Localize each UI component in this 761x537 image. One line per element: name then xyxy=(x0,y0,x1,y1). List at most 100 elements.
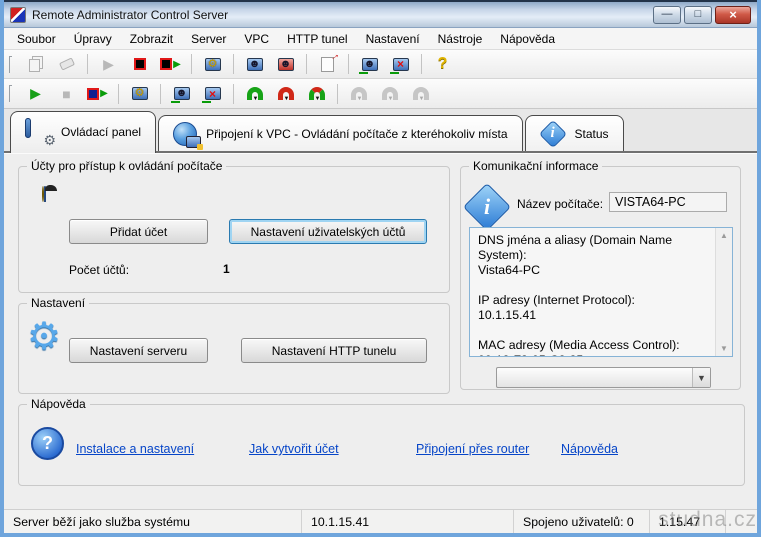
minimize-button[interactable]: — xyxy=(653,5,681,24)
group-title: Nastavení xyxy=(27,296,90,310)
group-title: Nápověda xyxy=(27,397,90,411)
network-adapter-dropdown[interactable]: ▼ xyxy=(496,367,711,388)
tab-vpc-connection[interactable]: Připojení k VPC - Ovládání počítače z kt… xyxy=(158,115,523,151)
control-panel-page: Účty pro přístup k ovládání počítače Při… xyxy=(4,153,757,509)
menu-vpc[interactable]: VPC xyxy=(235,29,278,49)
tab-label: Status xyxy=(574,126,609,141)
help-icon[interactable]: ? xyxy=(427,52,458,76)
server-settings-icon[interactable]: ⚙ xyxy=(197,52,228,76)
menu-zobrazit[interactable]: Zobrazit xyxy=(121,29,182,49)
connect-user-icon-2[interactable]: ☻ xyxy=(166,82,197,106)
copy-icon[interactable] xyxy=(20,52,51,76)
link-create-account[interactable]: Jak vytvořit účet xyxy=(249,442,339,456)
menu-server[interactable]: Server xyxy=(182,29,235,49)
tab-strip: Ovládací panel Připojení k VPC - Ovládán… xyxy=(4,109,757,153)
http-tunnel-start-icon[interactable] xyxy=(239,82,270,106)
http-proxy-2-icon[interactable] xyxy=(374,82,405,106)
maximize-button[interactable]: □ xyxy=(684,5,712,24)
menu-soubor[interactable]: Soubor xyxy=(8,29,65,49)
network-info-listbox[interactable]: DNS jména a aliasy (Domain Name System):… xyxy=(469,227,733,357)
menu-bar: Soubor Úpravy Zobrazit Server VPC HTTP tunel N… xyxy=(4,28,757,50)
window-controls: — □ × xyxy=(653,5,751,24)
toolbar-separator xyxy=(191,54,192,74)
http-tunnel-restart-icon[interactable] xyxy=(301,82,332,106)
status-section-1: 10.1.15.41 xyxy=(302,510,514,533)
menu--pravy[interactable]: Úpravy xyxy=(65,29,121,49)
record-play-icon[interactable]: ▶ xyxy=(155,52,186,76)
dropdown-arrow-icon[interactable]: ▼ xyxy=(692,368,710,387)
toolbar-separator xyxy=(348,54,349,74)
globe-monitor-icon xyxy=(173,121,204,150)
toolbar-separator xyxy=(337,83,338,104)
title-bar: Remote Administrator Control Server — □ … xyxy=(4,0,757,28)
toolbar-main: ▶ ▶ ⚙ ☻ ☻ → ☻ ×? xyxy=(4,47,757,79)
toolbar-separator xyxy=(160,83,161,104)
stop-server-icon[interactable]: ■ xyxy=(51,82,82,106)
group-title: Účty pro přístup k ovládání počítače xyxy=(27,159,227,173)
menu-n-pov-da[interactable]: Nápověda xyxy=(491,29,564,49)
status-section-3: 1.15.47 xyxy=(650,510,726,533)
status-section-2: Spojeno uživatelů: 0 xyxy=(514,510,650,533)
info-diamond-icon: i xyxy=(462,182,512,232)
disconnect-user-icon[interactable]: × xyxy=(385,52,416,76)
export-log-icon[interactable]: → xyxy=(312,47,343,76)
status-bar: Server běží jako služba systému 10.1.15.4… xyxy=(4,509,757,533)
dropdown-value xyxy=(497,368,692,387)
play-icon[interactable]: ▶ xyxy=(93,52,124,76)
tab-control-panel[interactable]: Ovládací panel xyxy=(10,111,157,153)
disconnect-user-icon-2[interactable]: × xyxy=(197,82,228,106)
toolbar-server: ▶ ■ ▶ ⚙ ☻ × xyxy=(4,79,757,109)
computer-name-label: Název počítače: xyxy=(517,197,604,211)
record-stop-icon[interactable] xyxy=(124,52,155,76)
toolbar-separator xyxy=(421,54,422,74)
server-settings-icon-2[interactable]: ⚙ xyxy=(124,82,155,106)
restart-server-icon[interactable]: ▶ xyxy=(82,82,113,106)
user-session-red-icon[interactable]: ☻ xyxy=(270,52,301,76)
app-logo-icon xyxy=(10,6,26,23)
menu-n-stroje[interactable]: Nástroje xyxy=(429,29,492,49)
add-account-button[interactable]: Přidat účet xyxy=(69,219,208,244)
toolbar-separator xyxy=(306,54,307,74)
scrollbar[interactable]: ▲ ▼ xyxy=(715,228,732,356)
link-installation[interactable]: Instalace a nastavení xyxy=(76,442,194,456)
toolbar-grip[interactable] xyxy=(9,85,12,102)
start-server-icon[interactable]: ▶ xyxy=(20,82,51,106)
http-tunnel-settings-button[interactable]: Nastavení HTTP tunelu xyxy=(241,338,427,363)
help-circle-icon: ? xyxy=(31,427,64,460)
server-settings-button[interactable]: Nastavení serveru xyxy=(69,338,208,363)
http-tunnel-stop-icon[interactable] xyxy=(270,82,301,106)
close-button[interactable]: × xyxy=(715,5,751,24)
monitor-gear-icon xyxy=(25,117,56,149)
window-title: Remote Administrator Control Server xyxy=(32,7,229,22)
toolbar-separator xyxy=(233,54,234,74)
group-title: Komunikační informace xyxy=(469,159,603,173)
scroll-down-icon[interactable]: ▼ xyxy=(720,344,728,353)
link-router-connection[interactable]: Připojení přes router xyxy=(416,442,529,456)
communication-info-group: Komunikační informace i Název počítače: … xyxy=(460,159,741,390)
help-group: Nápověda ? Instalace a nastavení Jak vyt… xyxy=(18,397,745,486)
user-session-blue-icon[interactable]: ☻ xyxy=(239,52,270,76)
link-help[interactable]: Nápověda xyxy=(561,442,618,456)
user-icon xyxy=(31,186,67,229)
menu-nastaven-[interactable]: Nastavení xyxy=(357,29,429,49)
account-count-value: 1 xyxy=(223,262,230,276)
connect-user-icon[interactable]: ☻ xyxy=(354,52,385,76)
status-section-0: Server běží jako služba systému xyxy=(4,510,302,533)
scroll-up-icon[interactable]: ▲ xyxy=(720,231,728,240)
user-accounts-settings-button[interactable]: Nastavení uživatelských účtů xyxy=(229,219,427,244)
eraser-icon[interactable] xyxy=(51,52,82,76)
toolbar-grip[interactable] xyxy=(9,55,12,73)
http-proxy-1-icon[interactable] xyxy=(343,82,374,106)
computer-name-input[interactable] xyxy=(609,192,727,212)
tab-label: Ovládací panel xyxy=(61,124,142,139)
accounts-group: Účty pro přístup k ovládání počítače Při… xyxy=(18,159,450,293)
account-count-label: Počet účtů: xyxy=(69,263,130,277)
menu-http-tunel[interactable]: HTTP tunel xyxy=(278,29,356,49)
settings-group: Nastavení ⚙ Nastavení serveru Nastavení … xyxy=(18,296,450,394)
toolbar-separator xyxy=(87,54,88,74)
remote-administrator-window: Remote Administrator Control Server — □ … xyxy=(0,0,761,537)
http-proxy-3-icon[interactable] xyxy=(405,82,436,106)
tab-status[interactable]: i Status xyxy=(524,115,624,151)
status-section-4 xyxy=(726,510,757,533)
info-diamond-icon: i xyxy=(538,119,567,148)
